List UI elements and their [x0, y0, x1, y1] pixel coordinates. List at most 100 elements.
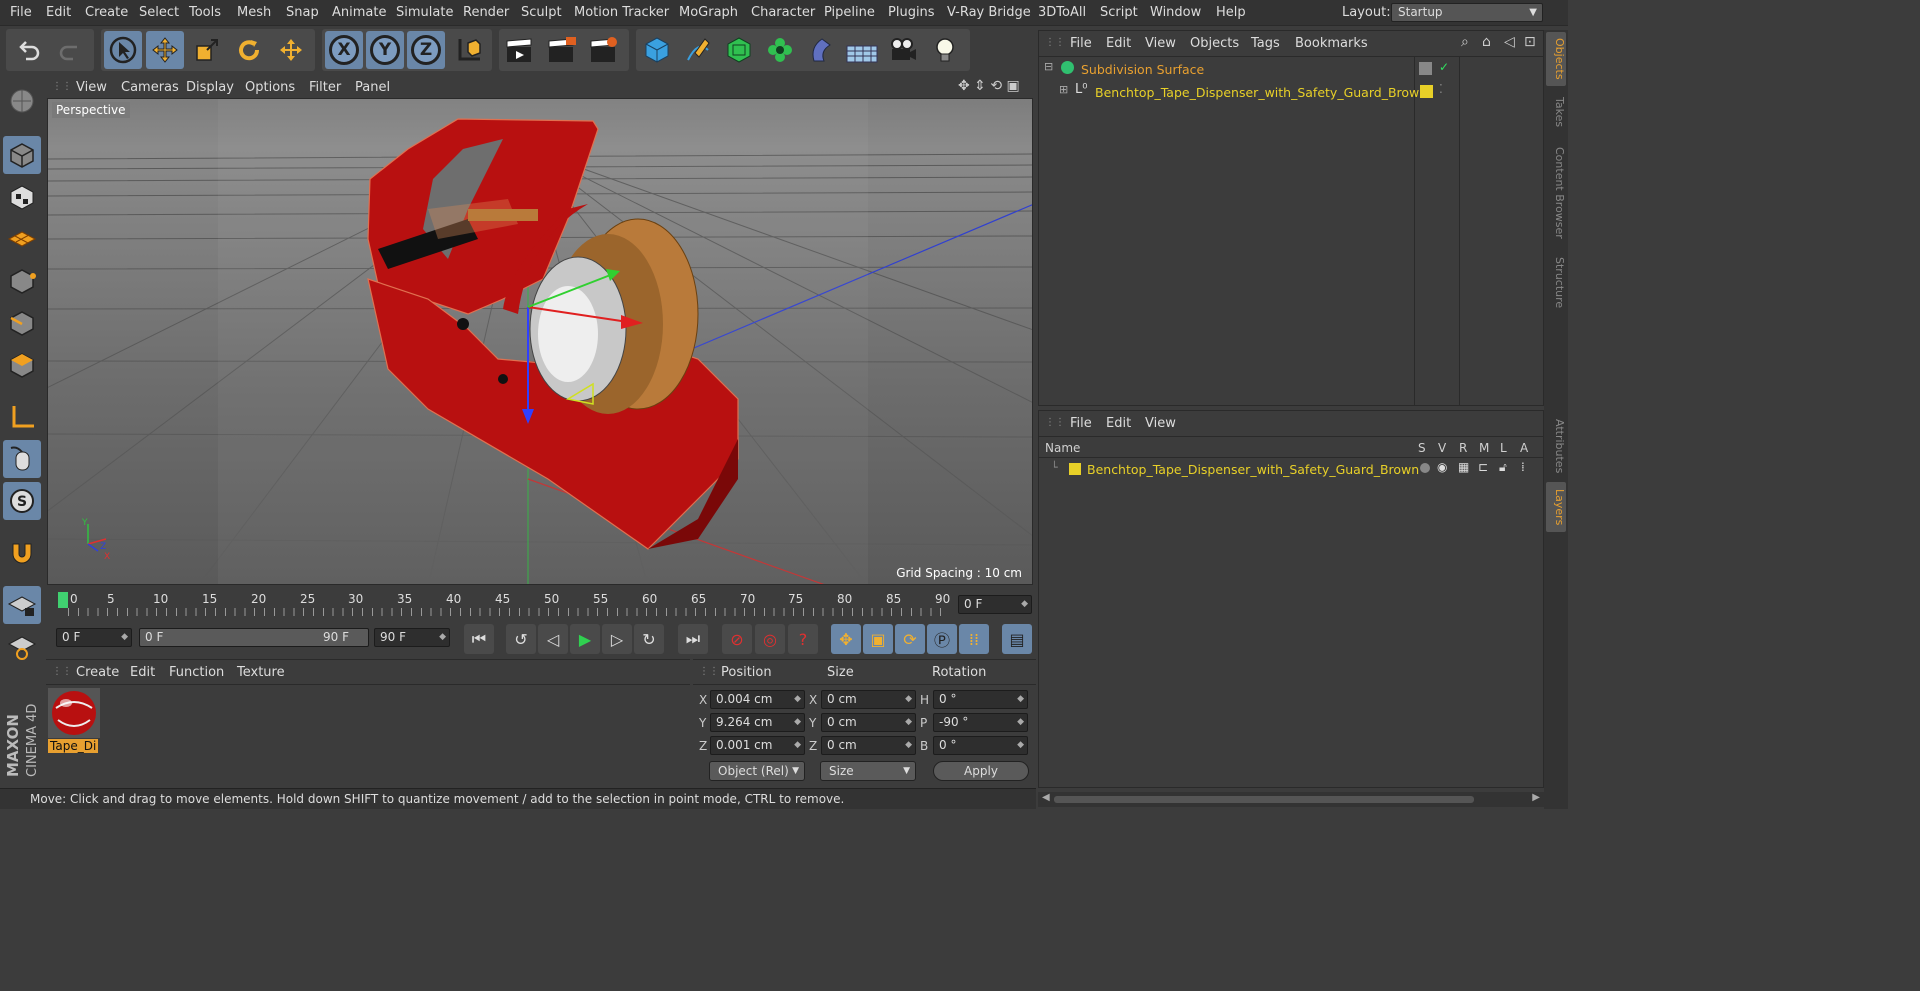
tab-structure[interactable]: Structure — [1546, 252, 1566, 314]
lock-icon[interactable]: 🔓︎ — [1499, 460, 1507, 475]
enabled-check-icon[interactable]: ✓ — [1439, 60, 1449, 74]
axis-mode-button[interactable] — [3, 398, 41, 436]
material-menu-create[interactable]: Create — [76, 665, 119, 680]
layer-row[interactable]: └ Benchtop_Tape_Dispenser_with_Safety_Gu… — [1039, 460, 1539, 480]
move-tool[interactable] — [146, 31, 184, 69]
menu-sculpt[interactable]: Sculpt — [521, 5, 562, 20]
scroll-left-icon[interactable]: ◀ — [1042, 792, 1050, 803]
tab-attributes[interactable]: Attributes — [1546, 414, 1566, 478]
layer-horizontal-scrollbar[interactable]: ◀ ▶ — [1038, 792, 1544, 807]
rotation-b-field[interactable]: 0 ° ◆ — [933, 736, 1028, 755]
layers-menu-file[interactable]: File — [1070, 416, 1092, 431]
render-settings-button[interactable] — [585, 31, 623, 69]
points-mode-button[interactable] — [3, 262, 41, 300]
end-frame-field[interactable]: 90 F ◆ — [374, 628, 450, 647]
column-solo-header[interactable]: S — [1418, 441, 1426, 455]
apply-button[interactable]: Apply — [933, 761, 1029, 781]
planar-workplane-button[interactable] — [3, 628, 41, 666]
layout-select[interactable]: Startup ▼ — [1391, 3, 1543, 22]
rotation-h-field[interactable]: 0 ° ◆ — [933, 690, 1028, 709]
menu-create[interactable]: Create — [85, 5, 128, 20]
size-z-field[interactable]: 0 cm ◆ — [821, 736, 916, 755]
column-view-header[interactable]: V — [1438, 441, 1446, 455]
deformer-button[interactable] — [802, 31, 840, 69]
render-view-button[interactable] — [501, 31, 539, 69]
position-y-field[interactable]: 9.264 cm ◆ — [710, 713, 805, 732]
new-window-icon[interactable]: ⊡ — [1524, 34, 1536, 50]
previous-key-button[interactable]: ↺ — [506, 624, 536, 654]
menu-script[interactable]: Script — [1100, 5, 1138, 20]
home-icon[interactable]: ⌂ — [1482, 34, 1491, 50]
layers-menu-view[interactable]: View — [1145, 416, 1176, 431]
solo-button[interactable]: S — [3, 482, 41, 520]
material-menu-edit[interactable]: Edit — [130, 665, 155, 680]
go-to-start-button[interactable]: ⏮ — [464, 624, 494, 654]
undo-button[interactable] — [10, 31, 48, 69]
solo-toggle-icon[interactable] — [1420, 463, 1430, 473]
tab-content-browser[interactable]: Content Browser — [1546, 138, 1566, 248]
position-x-field[interactable]: 0.004 cm ◆ — [710, 690, 805, 709]
previous-frame-button[interactable]: ◁ — [538, 624, 568, 654]
viewport-menu-display[interactable]: Display — [186, 80, 234, 95]
tab-layers[interactable]: Layers — [1546, 482, 1566, 532]
render-to-picture-viewer-button[interactable] — [543, 31, 581, 69]
object-row-subdivision[interactable]: ⊟ Subdivision Surface ✓ — [1039, 59, 1539, 79]
coordinate-mode-dropdown[interactable]: Object (Rel) ▼ — [709, 761, 805, 781]
menu-animate[interactable]: Animate — [332, 5, 386, 20]
key-pla-button[interactable]: ⁞⁞ — [959, 624, 989, 654]
objects-menu-view[interactable]: View — [1145, 36, 1176, 51]
material-menu-texture[interactable]: Texture — [237, 665, 285, 680]
expand-icon[interactable]: ⊞ — [1059, 83, 1068, 96]
workplane-mode-button[interactable] — [3, 220, 41, 258]
menu-edit[interactable]: Edit — [46, 5, 71, 20]
scheme-settings-button[interactable]: ▤ — [1002, 624, 1032, 654]
menu-tools[interactable]: Tools — [189, 5, 221, 20]
autokey-button[interactable]: ◎ — [755, 624, 785, 654]
viewport-menu-view[interactable]: View — [76, 80, 107, 95]
material-menu-function[interactable]: Function — [169, 665, 224, 680]
editor-visibility-icon[interactable] — [1419, 62, 1432, 75]
column-manager-header[interactable]: M — [1479, 441, 1489, 455]
pen-spline-button[interactable] — [679, 31, 717, 69]
size-x-field[interactable]: 0 cm ◆ — [821, 690, 916, 709]
menu-window[interactable]: Window — [1150, 5, 1201, 20]
next-frame-button[interactable]: ▷ — [602, 624, 632, 654]
key-position-button[interactable]: ✥ — [831, 624, 861, 654]
x-axis-lock-button[interactable]: X — [325, 31, 363, 69]
tab-takes[interactable]: Takes — [1546, 90, 1566, 134]
menu-motion-tracker[interactable]: Motion Tracker — [574, 5, 669, 20]
scroll-thumb[interactable] — [1054, 796, 1474, 803]
material-swatch[interactable]: Tape_Di — [48, 688, 100, 754]
objects-menu-file[interactable]: File — [1070, 36, 1092, 51]
viewport-menu-filter[interactable]: Filter — [309, 80, 341, 95]
menu-select[interactable]: Select — [139, 5, 179, 20]
menu-3dtoall[interactable]: 3DToAll — [1038, 5, 1086, 20]
objects-menu-objects[interactable]: Objects — [1190, 36, 1239, 51]
viewport-menu-cameras[interactable]: Cameras — [121, 80, 179, 95]
snap-button[interactable] — [3, 534, 41, 572]
z-axis-lock-button[interactable]: Z — [407, 31, 445, 69]
viewport-menu-panel[interactable]: Panel — [355, 80, 390, 95]
animation-icon[interactable]: ⁞ — [1521, 460, 1525, 474]
menu-help[interactable]: Help — [1216, 5, 1246, 20]
column-locked-header[interactable]: L — [1500, 441, 1507, 455]
key-parameter-button[interactable]: Ⓟ — [927, 624, 957, 654]
menu-simulate[interactable]: Simulate — [396, 5, 453, 20]
rotation-p-field[interactable]: -90 ° ◆ — [933, 713, 1028, 732]
objects-menu-tags[interactable]: Tags — [1251, 36, 1280, 51]
current-frame-field[interactable]: 0 F ◆ — [958, 595, 1032, 614]
tab-objects[interactable]: Objects — [1546, 32, 1566, 86]
collapse-icon[interactable]: ⊟ — [1044, 60, 1053, 73]
polygons-mode-button[interactable] — [3, 346, 41, 384]
start-frame-field[interactable]: 0 F ◆ — [56, 628, 132, 647]
back-icon[interactable]: ◁ — [1504, 34, 1515, 50]
menu-render[interactable]: Render — [463, 5, 509, 20]
recent-tool[interactable] — [272, 31, 310, 69]
edges-mode-button[interactable] — [3, 304, 41, 342]
size-mode-dropdown[interactable]: Size ▼ — [820, 761, 916, 781]
rotate-tool[interactable] — [230, 31, 268, 69]
next-key-button[interactable]: ↻ — [634, 624, 664, 654]
keyframe-selection-button[interactable]: ? — [788, 624, 818, 654]
play-button[interactable]: ▶ — [570, 624, 600, 654]
search-icon[interactable]: ⌕ — [1461, 34, 1469, 50]
